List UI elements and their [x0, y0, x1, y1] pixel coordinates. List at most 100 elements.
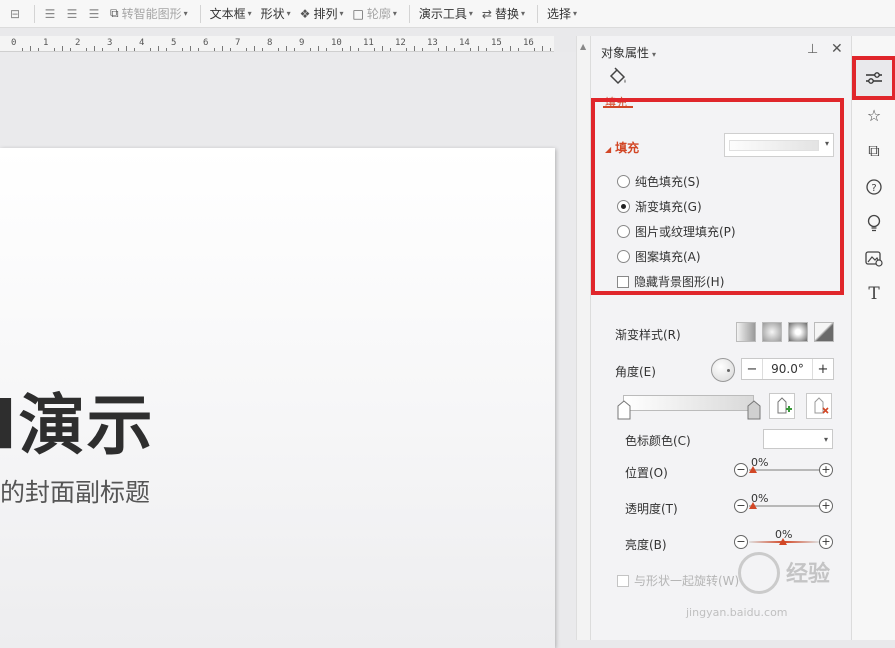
properties-icon[interactable] [860, 64, 888, 92]
gradient-rect-button[interactable] [788, 322, 808, 342]
gradient-stop-end[interactable] [747, 400, 761, 420]
angle-label: 角度(E) [615, 365, 656, 379]
slide-switch-icon[interactable]: ⧉ [860, 137, 888, 165]
chevron-down-icon: ▾ [339, 9, 344, 18]
ruler-tick [30, 46, 31, 51]
outline-button[interactable]: □ 轮廓 ▾ [349, 3, 399, 25]
plus-circle-icon[interactable]: + [819, 499, 833, 513]
scroll-up-icon[interactable]: ▲ [580, 42, 586, 51]
chevron-down-icon: ▾ [824, 139, 829, 148]
ruler-number: 12 [395, 38, 406, 48]
radio-button[interactable] [617, 200, 630, 213]
transparency-slider-track[interactable] [749, 505, 819, 507]
vertical-scrollbar[interactable]: ▲ [576, 36, 590, 640]
increment-button[interactable]: + [813, 359, 833, 379]
slide-subtitle[interactable]: 的封面副标题 [0, 473, 150, 509]
ruler-tick [190, 46, 191, 51]
add-stop-button[interactable] [769, 393, 795, 419]
radio-solid-fill[interactable]: 纯色填充(S) [617, 173, 700, 190]
panel-title[interactable]: 对象属性 ▾ [601, 44, 656, 61]
ruler-tick [86, 48, 87, 51]
ruler-tick [470, 48, 471, 51]
plus-circle-icon[interactable]: + [819, 463, 833, 477]
text-box-button[interactable]: 文本框 ▾ [207, 3, 255, 25]
minus-circle-icon[interactable]: − [734, 463, 748, 477]
lightbulb-icon[interactable] [860, 209, 888, 237]
checkbox[interactable] [617, 574, 629, 587]
stop-color-dropdown[interactable]: ▾ [763, 429, 833, 449]
line-height-icon[interactable]: ☰ [85, 5, 103, 23]
toolbar-divider [408, 4, 410, 23]
position-slider-track[interactable] [749, 469, 819, 471]
radio-button[interactable] [617, 250, 630, 263]
ruler-number: 0 [11, 38, 17, 48]
shape-button[interactable]: 形状 ▾ [258, 3, 294, 25]
radio-picture-fill[interactable]: 图片或纹理填充(P) [617, 223, 736, 240]
ruler-tick [422, 48, 423, 51]
ruler-number: 10 [331, 38, 342, 48]
presentation-tools-button[interactable]: 演示工具 ▾ [416, 3, 476, 25]
ruler-tick [486, 48, 487, 51]
select-button[interactable]: 选择 ▾ [544, 3, 580, 25]
watermark-url: jingyan.baidu.com [686, 606, 788, 619]
fill-section-header[interactable]: ◢ 填充 [605, 139, 639, 156]
ruler-tick [326, 48, 327, 51]
slide[interactable]: l演示 的封面副标题 [0, 148, 555, 648]
chevron-down-icon: ▾ [572, 9, 577, 18]
angle-dial[interactable] [711, 358, 735, 382]
decrement-button[interactable]: − [742, 359, 762, 379]
ruler-tick [102, 48, 103, 51]
arrange-button[interactable]: ❖ 排列 ▾ [297, 3, 347, 25]
radio-gradient-fill[interactable]: 渐变填充(G) [617, 198, 702, 215]
minus-circle-icon[interactable]: − [734, 535, 748, 549]
ruler-tick [478, 46, 479, 51]
paragraph-spacing-icon[interactable]: ☰ [63, 5, 81, 23]
radio-button[interactable] [617, 225, 630, 238]
fill-preset-dropdown[interactable]: ▾ [724, 133, 834, 157]
text-icon[interactable]: T [860, 280, 888, 308]
ruler-tick [414, 46, 415, 51]
ruler-tick [374, 48, 375, 51]
add-stop-icon [777, 397, 792, 414]
ruler-tick [182, 48, 183, 51]
checkbox[interactable] [617, 275, 629, 288]
animation-star-icon[interactable]: ☆ [860, 101, 888, 129]
pin-icon[interactable]: ⊥ [807, 42, 818, 57]
delete-stop-button[interactable] [806, 393, 832, 419]
gradient-stop-start[interactable] [617, 400, 631, 420]
gradient-stop-bar[interactable] [623, 395, 754, 411]
brightness-label: 亮度(B) [625, 538, 667, 552]
chevron-down-icon: ▾ [183, 9, 188, 18]
gradient-linear-button[interactable] [736, 322, 756, 342]
ruler-tick [382, 46, 383, 51]
angle-stepper[interactable]: − 90.0° + [741, 358, 834, 380]
ruler-tick [38, 48, 39, 51]
close-icon[interactable]: ✕ [831, 41, 843, 57]
radio-button[interactable] [617, 175, 630, 188]
layers-icon: ❖ [299, 6, 311, 21]
help-icon[interactable]: ? [860, 173, 888, 201]
radio-pattern-fill[interactable]: 图案填充(A) [617, 248, 701, 265]
image-edit-icon[interactable] [860, 245, 888, 273]
fill-bucket-icon[interactable] [607, 66, 631, 90]
ruler-tick [286, 46, 287, 51]
ruler-tick [446, 46, 447, 51]
align-icon[interactable]: ⊟ [6, 5, 24, 23]
chevron-down-icon: ▾ [392, 9, 397, 18]
minus-circle-icon[interactable]: − [734, 499, 748, 513]
horizontal-ruler: 0 1 2 3 4 5 6 7 8 9 10 11 12 13 14 15 16 [0, 36, 554, 52]
smart-art-button[interactable]: ⧉ 转智能图形 ▾ [107, 3, 191, 25]
gradient-radial-button[interactable] [762, 322, 782, 342]
slide-title[interactable]: l演示 [0, 372, 155, 468]
ruler-number: 11 [363, 38, 374, 48]
right-sidebar: ☆ ⧉ ? T [851, 36, 895, 640]
gradient-path-button[interactable] [814, 322, 834, 342]
ruler-tick [262, 48, 263, 51]
ribbon-toolbar: ⊟ ☰ ☰ ☰ ⧉ 转智能图形 ▾ 文本框 ▾ 形状 ▾ ❖ 排列 ▾ □ 轮廓 ▾ 演示工具 ▾… [0, 0, 895, 28]
plus-circle-icon[interactable]: + [819, 535, 833, 549]
object-properties-panel: 对象属性 ▾ ⊥ ✕ 填充 ◢ 填充 ▾ 纯色填充(S) 渐变填充(G) 图片或纹理… [590, 36, 851, 640]
replace-button[interactable]: ⇄ 替换 ▾ [479, 3, 528, 25]
checkbox-hide-background[interactable]: 隐藏背景图形(H) [617, 273, 724, 290]
line-spacing-icon[interactable]: ☰ [41, 5, 59, 23]
angle-value[interactable]: 90.0° [762, 359, 813, 379]
